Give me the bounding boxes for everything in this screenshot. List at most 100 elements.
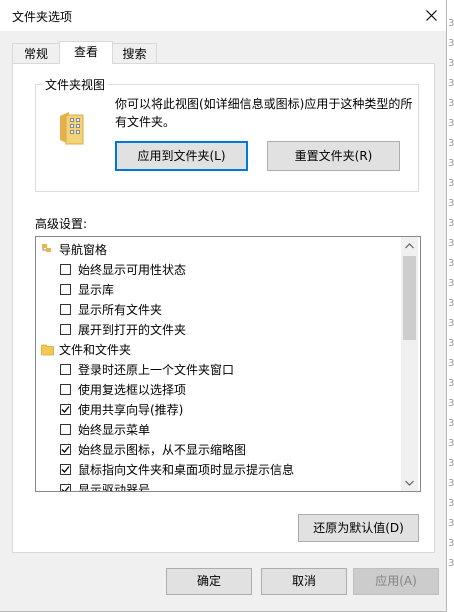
- background-window-strip: 3 3 3 3 3 3 3 3 3 3 3 3 3 3 3 3 3 3 3 3 3 3 3 3 3 3 3 3: [448, 0, 454, 612]
- scroll-thumb[interactable]: [403, 256, 416, 340]
- setting-label: 显示库: [78, 283, 115, 297]
- tree-category-label: 导航窗格: [59, 243, 108, 257]
- view-tab-panel: 文件夹视图 你可以将此视图(如详细信息或图标)应用于这种类型的所有文件夹。 应用…: [12, 63, 435, 553]
- background-text: 3: [448, 158, 454, 169]
- check-mark-icon: [61, 406, 70, 413]
- tab-view[interactable]: 查看: [59, 41, 113, 64]
- close-button[interactable]: [416, 0, 446, 31]
- folder-icon: [41, 344, 54, 356]
- background-text: 3: [448, 438, 454, 449]
- setting-checkbox-item[interactable]: 显示库: [36, 280, 396, 300]
- setting-checkbox-item[interactable]: 始终显示图标，从不显示缩略图: [36, 440, 396, 460]
- scroll-down-button[interactable]: [401, 474, 418, 491]
- setting-label: 展开到打开的文件夹: [78, 323, 187, 337]
- setting-label: 使用复选框以选择项: [78, 383, 187, 397]
- chevron-up-icon: [405, 242, 414, 248]
- folder-options-dialog: 文件夹选项 常规 查看 搜索 文件夹视图 你可以将此视图(如详细信息或图标)应用…: [0, 0, 447, 612]
- advanced-list-scrollbar[interactable]: [401, 237, 418, 491]
- background-text: 3: [448, 138, 454, 149]
- background-text: 3: [448, 318, 454, 329]
- background-text: 3: [448, 418, 454, 429]
- background-text: 3: [448, 118, 454, 129]
- background-text: 3: [448, 98, 454, 109]
- background-text: 3: [448, 378, 454, 389]
- folder-views-group: 文件夹视图 你可以将此视图(如详细信息或图标)应用于这种类型的所有文件夹。 应用…: [35, 76, 419, 192]
- checkbox-unchecked[interactable]: [60, 384, 71, 395]
- restore-defaults-button[interactable]: 还原为默认值(D): [298, 514, 419, 542]
- reset-folders-button[interactable]: 重置文件夹(R): [267, 141, 400, 171]
- apply-to-folders-button[interactable]: 应用到文件夹(L): [115, 141, 248, 171]
- background-text: 3: [448, 538, 454, 549]
- check-mark-icon: [61, 486, 70, 491]
- title-bar: 文件夹选项: [0, 0, 446, 31]
- tree-category-label: 文件和文件夹: [59, 343, 132, 357]
- setting-checkbox-item[interactable]: 登录时还原上一个文件夹窗口: [36, 360, 396, 380]
- setting-checkbox-item[interactable]: 鼠标指向文件夹和桌面项时显示提示信息: [36, 460, 396, 480]
- setting-checkbox-item[interactable]: 使用复选框以选择项: [36, 380, 396, 400]
- checkbox-unchecked[interactable]: [60, 284, 71, 295]
- tab-search-label: 搜索: [122, 47, 147, 61]
- setting-label: 始终显示菜单: [78, 423, 151, 437]
- tab-general[interactable]: 常规: [12, 43, 60, 63]
- background-text: 3: [448, 338, 454, 349]
- background-text: 3: [448, 178, 454, 189]
- navigation-pane-icon: [42, 244, 51, 252]
- window-title: 文件夹选项: [12, 10, 73, 24]
- checkbox-unchecked[interactable]: [60, 364, 71, 375]
- background-text: 3: [448, 38, 454, 49]
- setting-checkbox-item[interactable]: 显示驱动器号: [36, 480, 396, 492]
- advanced-settings-list[interactable]: 导航窗格始终显示可用性状态 显示库显示所有文件夹展开到打开的文件夹文件和文件夹登录…: [35, 236, 421, 492]
- setting-checkbox-item[interactable]: 始终显示菜单: [36, 420, 396, 440]
- advanced-settings-label: 高级设置:: [35, 217, 88, 231]
- background-text: 3: [448, 458, 454, 469]
- background-text: 3: [448, 298, 454, 309]
- checkbox-unchecked[interactable]: [60, 424, 71, 435]
- background-text: 3: [448, 518, 454, 529]
- background-text: 3: [448, 498, 454, 509]
- background-text: 3: [448, 58, 454, 69]
- folder-views-title: 文件夹视图: [42, 76, 109, 93]
- folder-view-icon: [60, 112, 84, 145]
- setting-label: 显示驱动器号: [78, 483, 151, 492]
- setting-checkbox-item[interactable]: 显示所有文件夹: [36, 300, 396, 320]
- background-text: 3: [448, 258, 454, 269]
- setting-label: 鼠标指向文件夹和桌面项时显示提示信息: [78, 463, 295, 477]
- close-icon: [425, 10, 437, 21]
- setting-label: 始终显示可用性状态: [78, 263, 187, 277]
- background-text: 3: [448, 78, 454, 89]
- apply-button[interactable]: 应用(A): [353, 568, 439, 595]
- checkbox-unchecked[interactable]: [60, 324, 71, 335]
- tab-general-label: 常规: [23, 47, 48, 61]
- setting-label: 使用共享向导(推荐): [78, 403, 184, 417]
- checkbox-unchecked[interactable]: [60, 304, 71, 315]
- checkbox-unchecked[interactable]: [60, 264, 71, 275]
- checkbox-checked[interactable]: [60, 484, 71, 491]
- background-text: 3: [448, 238, 454, 249]
- check-mark-icon: [61, 466, 70, 473]
- checkbox-checked[interactable]: [60, 444, 71, 455]
- checkbox-checked[interactable]: [60, 404, 71, 415]
- cancel-button[interactable]: 取消: [261, 568, 347, 595]
- tree-category[interactable]: 文件和文件夹: [36, 340, 396, 360]
- tab-search[interactable]: 搜索: [112, 43, 157, 63]
- setting-checkbox-item[interactable]: 展开到打开的文件夹: [36, 320, 396, 340]
- ok-button[interactable]: 确定: [166, 568, 252, 595]
- background-text: 3: [448, 278, 454, 289]
- background-text: 3: [448, 398, 454, 409]
- folder-views-description: 你可以将此视图(如详细信息或图标)应用于这种类型的所有文件夹。: [115, 97, 413, 129]
- setting-checkbox-item[interactable]: 使用共享向导(推荐): [36, 400, 396, 420]
- setting-label: 显示所有文件夹: [78, 303, 163, 317]
- background-text: 3: [448, 198, 454, 209]
- scroll-up-button[interactable]: [401, 237, 418, 254]
- tab-view-label: 查看: [73, 45, 98, 59]
- check-mark-icon: [61, 446, 70, 453]
- tree-category[interactable]: 导航窗格: [36, 240, 396, 260]
- setting-label: 始终显示图标，从不显示缩略图: [78, 443, 247, 457]
- setting-label: 登录时还原上一个文件夹窗口: [78, 363, 235, 377]
- chevron-down-icon: [405, 480, 414, 486]
- background-text: 3: [448, 358, 454, 369]
- background-text: 3: [448, 478, 454, 489]
- checkbox-checked[interactable]: [60, 464, 71, 475]
- background-text: 3: [448, 558, 454, 569]
- setting-checkbox-item[interactable]: 始终显示可用性状态: [36, 260, 396, 280]
